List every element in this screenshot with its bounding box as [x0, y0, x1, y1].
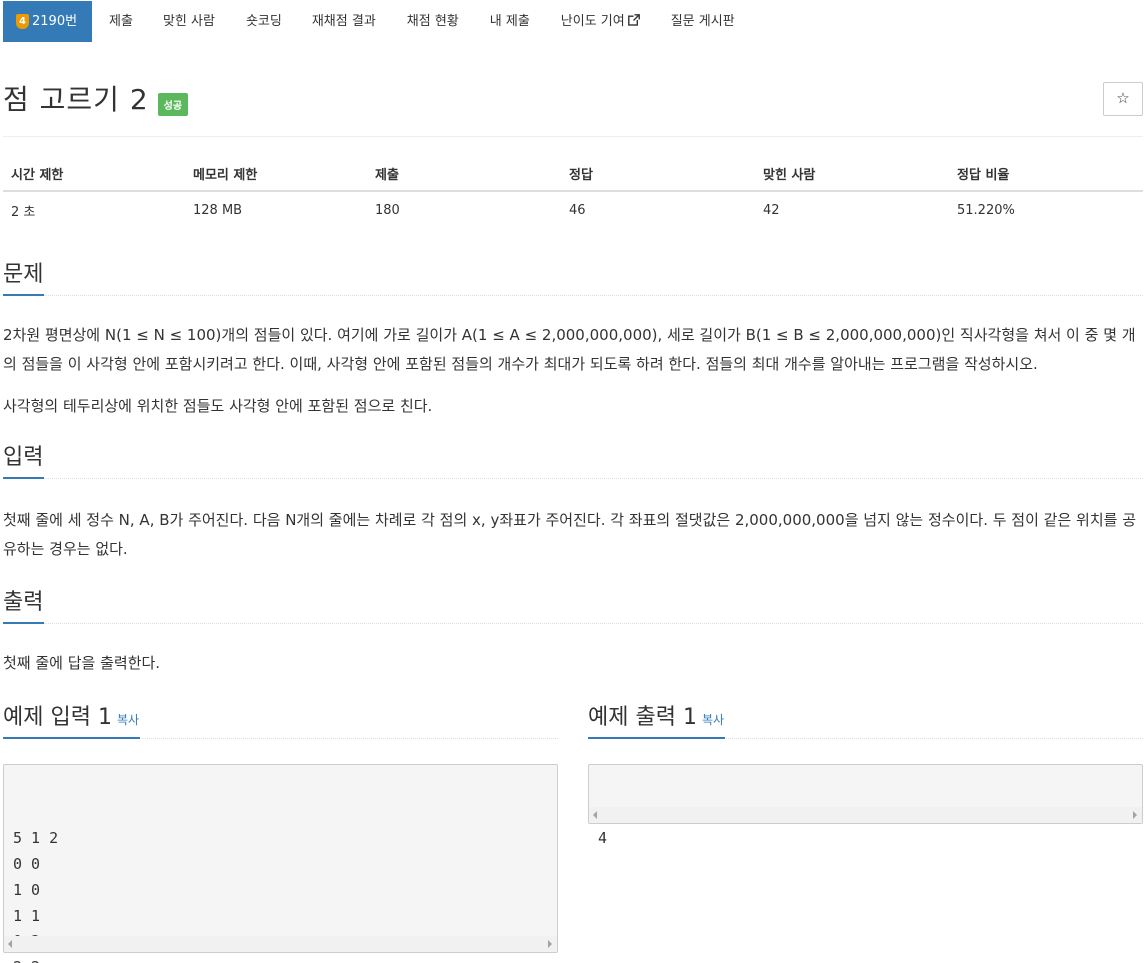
sample-output-title: 예제 출력 1 — [588, 705, 697, 730]
input-heading: 입력 — [3, 441, 1143, 479]
scroll-right-arrow-icon[interactable] — [1133, 811, 1137, 819]
description-paragraph: 2차원 평면상에 N(1 ≤ N ≤ 100)개의 점들이 있다. 여기에 가로… — [3, 326, 1136, 373]
tab-rejudge-results[interactable]: 재채점 결과 — [312, 1, 376, 42]
status-badge: 성공 — [157, 92, 189, 116]
sample-input-title: 예제 입력 1 — [3, 705, 112, 730]
problem-header: 점 고르기 2 성공 — [3, 82, 189, 118]
input-heading-text: 입력 — [3, 441, 45, 479]
sample-input-heading: 예제 입력 1 복사 — [3, 701, 558, 739]
output-description: 첫째 줄에 답을 출력한다. — [3, 654, 161, 672]
table-header-cell: 시간 제한 — [3, 157, 185, 192]
submission-count-value: 180 — [375, 203, 400, 218]
tab-my-submissions[interactable]: 내 제출 — [490, 1, 530, 42]
sample-output-box[interactable]: 4 — [588, 764, 1143, 847]
accepted-count-value: 46 — [569, 203, 586, 218]
scroll-left-arrow-icon[interactable] — [593, 811, 597, 819]
tab-status[interactable]: 채점 현황 — [407, 1, 459, 42]
description-heading-text: 문제 — [3, 258, 45, 296]
external-link-icon — [627, 14, 640, 26]
input-description: 첫째 줄에 세 정수 N, A, B가 주어진다. 다음 N개의 줄에는 차례로… — [3, 511, 1137, 558]
tab-qna-board[interactable]: 질문 게시판 — [671, 1, 735, 42]
table-header-cell: 제출 — [367, 157, 561, 192]
copy-input-link[interactable]: 복사 — [117, 713, 139, 727]
title-divider — [3, 136, 1143, 137]
star-button[interactable]: ☆ — [1103, 82, 1143, 116]
horizontal-scrollbar[interactable] — [589, 807, 1142, 823]
memory-limit-value: 128 MB — [193, 203, 243, 218]
output-heading: 출력 — [3, 586, 1143, 624]
table-row: 2 초 128 MB 180 46 42 51.220% — [3, 191, 1143, 229]
tier-icon: 4 — [16, 14, 29, 29]
description-paragraph-2: 사각형의 테두리상에 위치한 점들도 사각형 안에 포함된 점으로 친다. — [3, 397, 433, 415]
tab-difficulty-contribution[interactable]: 난이도 기여 — [561, 1, 640, 42]
sample-output-code: 4 — [598, 826, 1133, 852]
problem-info-table: 시간 제한 메모리 제한 제출 정답 맞힌 사람 정답 비율 2 초 128 M… — [3, 157, 1143, 229]
solved-users-value: 42 — [763, 203, 780, 218]
tab-short-coding[interactable]: 숏코딩 — [246, 1, 282, 42]
horizontal-scrollbar[interactable] — [4, 936, 557, 952]
tab-accepted-users[interactable]: 맞힌 사람 — [163, 1, 215, 42]
tab-problem-label: 2190번 — [32, 14, 78, 29]
scroll-left-arrow-icon[interactable] — [8, 940, 12, 948]
tab-difficulty-label: 난이도 기여 — [560, 14, 625, 29]
problem-menu: 4 2190번 제출 맞힌 사람 숏코딩 재채점 결과 채점 현황 내 제출 난… — [3, 1, 735, 42]
sample-output-heading: 예제 출력 1 복사 — [588, 701, 1143, 739]
output-heading-text: 출력 — [3, 586, 45, 624]
sample-input-heading-inner: 예제 입력 1 복사 — [3, 701, 141, 739]
table-header-cell: 메모리 제한 — [185, 157, 367, 192]
description-heading: 문제 — [3, 258, 1143, 296]
table-header-cell: 정답 비율 — [949, 157, 1143, 192]
table-header-row: 시간 제한 메모리 제한 제출 정답 맞힌 사람 정답 비율 — [3, 157, 1143, 192]
time-limit-value: 2 초 — [11, 205, 36, 220]
sample-output-heading-inner: 예제 출력 1 복사 — [588, 701, 726, 739]
accept-ratio-value: 51.220% — [957, 203, 1015, 218]
table-header-cell: 맞힌 사람 — [755, 157, 949, 192]
table-header-cell: 정답 — [561, 157, 755, 192]
problem-title: 점 고르기 2 — [3, 83, 149, 116]
tab-problem[interactable]: 4 2190번 — [3, 1, 93, 42]
copy-output-link[interactable]: 복사 — [702, 713, 724, 727]
sample-input-box[interactable]: 5 1 2 0 0 1 0 1 1 0 2 2 2 — [3, 764, 558, 963]
scroll-right-arrow-icon[interactable] — [548, 940, 552, 948]
tab-submit[interactable]: 제출 — [109, 1, 133, 42]
